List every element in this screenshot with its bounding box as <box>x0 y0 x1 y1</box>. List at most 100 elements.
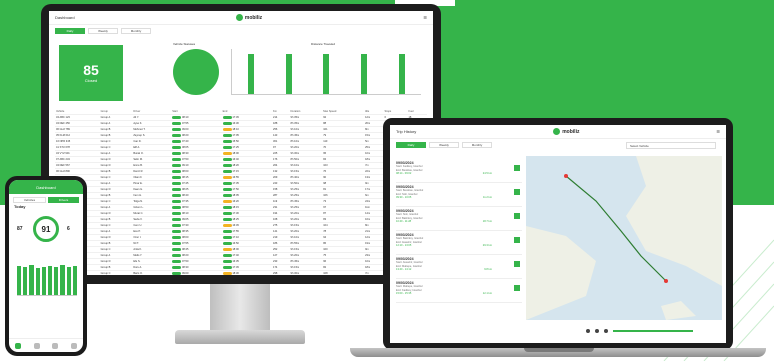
rewind-icon[interactable] <box>586 329 590 333</box>
phone-bar <box>48 265 53 295</box>
trip-distance: 12.1 km <box>482 292 492 296</box>
playback-bar <box>526 325 722 337</box>
status-pill <box>222 271 232 275</box>
status-pill <box>172 169 182 174</box>
filter-daily[interactable]: Daily <box>55 28 85 34</box>
trip-open-icon[interactable] <box>514 261 520 267</box>
trip-meta: 15:00 - 15:35 12.1 km <box>396 292 492 295</box>
status-pill <box>222 259 232 264</box>
status-pill <box>222 169 232 174</box>
status-pill <box>172 217 182 222</box>
status-pill <box>222 139 232 144</box>
trip-time: 15:00 - 15:35 <box>396 292 412 296</box>
forward-icon[interactable] <box>604 329 608 333</box>
status-pill <box>172 229 182 234</box>
phone-bottom-nav <box>9 338 83 352</box>
table-cell: 7m <box>364 270 384 275</box>
desktop-monitor: Dashboard mobiliz ☰ Daily Weekly Monthly… <box>41 4 441 284</box>
status-pill <box>172 235 182 240</box>
status-pill <box>172 187 182 192</box>
table-cell: 108 <box>322 270 365 275</box>
phone-screen: Dashboard Vehicles Drivers Today 87 91 6 <box>9 180 83 352</box>
vehicle-select[interactable]: Select Vehicle <box>626 142 716 149</box>
status-pill <box>222 145 232 150</box>
status-pill <box>222 217 232 222</box>
trip-item[interactable]: 09/03/2024 Start: Maltepe, Istanbul End: K… <box>396 279 522 303</box>
status-pill <box>172 199 182 204</box>
user-menu-icon[interactable]: ☰ <box>716 129 720 134</box>
status-pill <box>222 187 232 192</box>
status-pill <box>172 163 182 168</box>
status-pill <box>172 175 182 180</box>
trip-time: 13:40 - 14:12 <box>396 268 412 272</box>
trip-open-icon[interactable] <box>514 285 520 291</box>
status-pill <box>222 115 232 120</box>
distance-bar <box>361 54 368 94</box>
tab-drivers[interactable]: Drivers <box>48 197 79 203</box>
status-pill <box>222 265 232 270</box>
trip-meta: 09:30 - 10:05 11.2 km <box>396 196 492 199</box>
report-icon[interactable] <box>52 342 59 349</box>
status-pill <box>172 211 182 216</box>
filter-monthly[interactable]: Monthly <box>462 142 492 148</box>
filter-daily[interactable]: Daily <box>396 142 426 148</box>
phone-right-stat: 6 <box>67 226 70 232</box>
trip-distance: 29.3 km <box>482 244 492 248</box>
status-pill <box>222 199 232 204</box>
home-icon[interactable] <box>15 342 22 349</box>
tab-vehicles[interactable]: Vehicles <box>13 197 46 203</box>
trip-distance: 11.2 km <box>482 196 492 200</box>
logo-icon <box>235 14 243 21</box>
status-pill <box>222 211 232 216</box>
status-pill <box>222 235 232 240</box>
status-pill <box>172 139 182 144</box>
phone-bar <box>29 265 34 295</box>
closed-count: 85 <box>83 62 99 78</box>
trip-meta: 08:14 - 09:02 24.5 km <box>396 172 492 175</box>
settings-icon[interactable] <box>70 342 77 349</box>
laptop-breadcrumb[interactable]: Trip History <box>396 129 416 134</box>
user-menu-icon[interactable]: ☰ <box>423 15 427 20</box>
trip-open-icon[interactable] <box>514 165 520 171</box>
status-pill <box>222 127 232 132</box>
map-icon[interactable] <box>33 342 40 349</box>
trip-item[interactable]: 09/03/2024 Start: Besiktas, Istanbul End: … <box>396 183 522 207</box>
playback-slider[interactable] <box>613 330 693 332</box>
breadcrumb[interactable]: Dashboard <box>55 15 75 20</box>
status-pill <box>172 241 182 246</box>
logo-icon <box>553 128 561 135</box>
route-map[interactable] <box>526 156 722 320</box>
filter-monthly[interactable]: Monthly <box>121 28 151 34</box>
filter-weekly[interactable]: Weekly <box>88 28 118 34</box>
status-pill <box>222 247 232 252</box>
status-pill <box>222 223 232 228</box>
status-pill <box>222 241 232 246</box>
trip-open-icon[interactable] <box>514 213 520 219</box>
closed-count-card: 85 Closed <box>59 45 123 101</box>
status-pill <box>222 157 232 162</box>
trip-time: 10:40 - 11:28 <box>396 220 412 224</box>
table-row[interactable]: 41 STU 901Group CBaris O. 09:00 18:30298… <box>55 270 427 275</box>
vehicle-table: Vehicle Group Driver Start End Km Duration Max … <box>55 109 427 275</box>
phone-bar <box>17 266 22 295</box>
distance-bar-chart <box>231 49 421 95</box>
trip-item[interactable]: 09/03/2024 Start: Atasehir, Istanbul End: … <box>396 255 522 279</box>
play-icon[interactable] <box>595 329 599 333</box>
trip-open-icon[interactable] <box>514 237 520 243</box>
trip-item[interactable]: 09/03/2024 Start: Bakirkoy, Istanbul End: … <box>396 231 522 255</box>
trip-item[interactable]: 09/03/2024 Start: Sisli, Istanbul End: Bak… <box>396 207 522 231</box>
status-pill <box>172 133 182 138</box>
status-pill <box>172 271 182 275</box>
status-pill <box>172 127 182 132</box>
trip-item[interactable]: 09/03/2024 Start: Kadikoy, Istanbul End: B… <box>396 159 522 183</box>
trip-time: 12:10 - 13:05 <box>396 244 412 248</box>
monitor-screen: Dashboard mobiliz ☰ Daily Weekly Monthly… <box>49 11 433 275</box>
table-cell: 18:30 <box>221 270 273 275</box>
trip-time: 09:30 - 10:05 <box>396 196 412 200</box>
laptop-header: Trip History mobiliz ☰ <box>390 125 726 139</box>
filter-weekly[interactable]: Weekly <box>429 142 459 148</box>
status-pill <box>172 115 182 120</box>
trip-open-icon[interactable] <box>514 189 520 195</box>
trip-time: 08:14 - 09:02 <box>396 172 412 176</box>
phone-title: Dashboard <box>9 180 83 194</box>
